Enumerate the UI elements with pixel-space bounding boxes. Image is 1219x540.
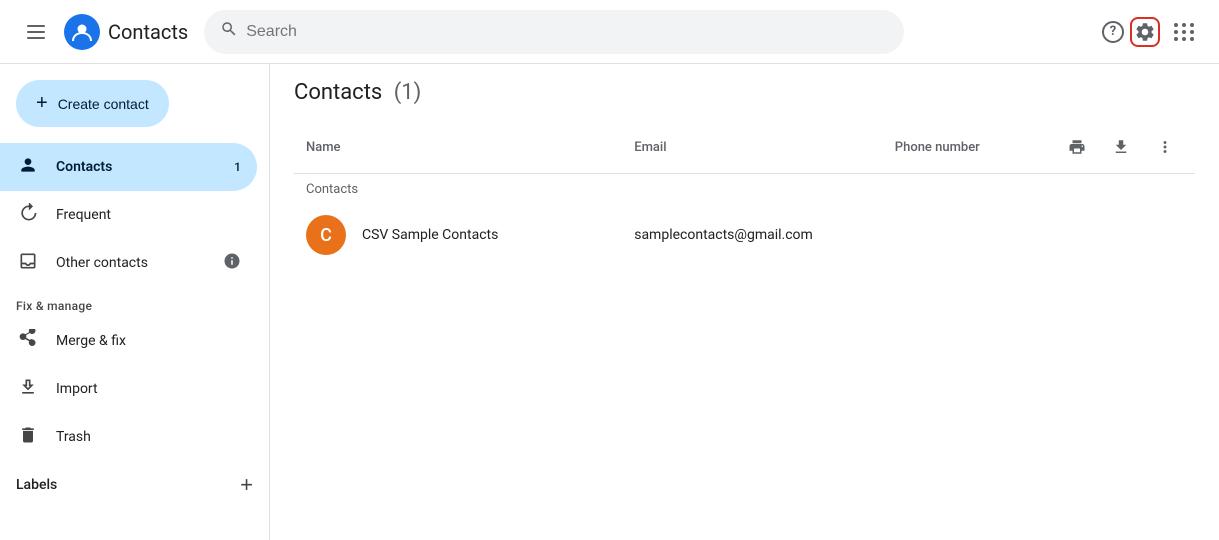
contact-email: samplecontacts@gmail.com xyxy=(622,205,883,265)
print-button[interactable] xyxy=(1059,129,1095,165)
merge-icon xyxy=(16,329,40,354)
header: Contacts ? xyxy=(0,0,1219,64)
person-icon xyxy=(16,155,40,180)
section-label: Contacts xyxy=(294,174,1195,206)
import-label: Import xyxy=(56,381,98,397)
contacts-nav-label: Contacts xyxy=(56,159,112,175)
col-name: Name xyxy=(294,121,622,174)
more-options-button[interactable] xyxy=(1147,129,1183,165)
settings-button[interactable] xyxy=(1130,17,1160,47)
labels-label: Labels xyxy=(16,477,57,493)
history-icon xyxy=(16,203,40,228)
frequent-nav-label: Frequent xyxy=(56,207,111,223)
layout: + Create contact Contacts 1 Frequent Oth… xyxy=(0,64,1219,540)
contacts-count: (1) xyxy=(394,80,422,105)
create-contact-label: Create contact xyxy=(58,96,149,112)
menu-icon[interactable] xyxy=(16,12,56,52)
contacts-section-row: Contacts xyxy=(294,174,1195,206)
avatar: C xyxy=(306,215,346,255)
contacts-nav-badge: 1 xyxy=(234,160,241,174)
sidebar-item-merge-fix[interactable]: Merge & fix xyxy=(0,317,257,365)
add-label-button[interactable]: + xyxy=(240,474,253,496)
sidebar-item-trash[interactable]: Trash xyxy=(0,413,257,461)
search-input[interactable] xyxy=(246,23,888,41)
app-logo-icon xyxy=(64,14,100,50)
info-icon xyxy=(223,252,241,274)
trash-icon xyxy=(16,425,40,450)
sidebar-item-import[interactable]: Import xyxy=(0,365,257,413)
main-content: Contacts (1) Name Email Phone number xyxy=(270,64,1219,540)
merge-fix-label: Merge & fix xyxy=(56,333,126,349)
other-contacts-nav-label: Other contacts xyxy=(56,255,148,271)
inbox-icon xyxy=(16,251,40,276)
col-actions xyxy=(1047,121,1195,174)
contact-row-actions xyxy=(1047,205,1195,265)
sidebar: + Create contact Contacts 1 Frequent Oth… xyxy=(0,64,270,540)
contact-name: CSV Sample Contacts xyxy=(362,227,498,243)
header-actions: ? xyxy=(1102,15,1203,49)
contact-name-cell: C CSV Sample Contacts xyxy=(294,205,622,265)
app-logo: Contacts xyxy=(64,14,188,50)
table-row[interactable]: C CSV Sample Contacts samplecontacts@gma… xyxy=(294,205,1195,265)
export-button[interactable] xyxy=(1103,129,1139,165)
trash-label: Trash xyxy=(56,429,91,445)
contacts-table: Name Email Phone number xyxy=(294,121,1195,265)
search-icon xyxy=(220,20,238,43)
apps-button[interactable] xyxy=(1166,15,1203,49)
help-button[interactable]: ? xyxy=(1102,21,1124,43)
sidebar-item-contacts[interactable]: Contacts 1 xyxy=(0,143,257,191)
sidebar-item-frequent[interactable]: Frequent xyxy=(0,191,257,239)
main-title: Contacts (1) xyxy=(294,80,1195,105)
fix-manage-section-label: Fix & manage xyxy=(0,287,269,317)
sidebar-item-other-contacts[interactable]: Other contacts xyxy=(0,239,257,287)
col-phone: Phone number xyxy=(883,121,1047,174)
import-icon xyxy=(16,377,40,402)
contact-phone xyxy=(883,205,1047,265)
create-contact-button[interactable]: + Create contact xyxy=(16,80,169,127)
contacts-title: Contacts xyxy=(294,80,382,105)
app-name: Contacts xyxy=(108,20,188,44)
col-email: Email xyxy=(622,121,883,174)
labels-section: Labels + xyxy=(0,461,269,509)
search-bar[interactable] xyxy=(204,10,904,54)
plus-icon: + xyxy=(36,92,48,115)
